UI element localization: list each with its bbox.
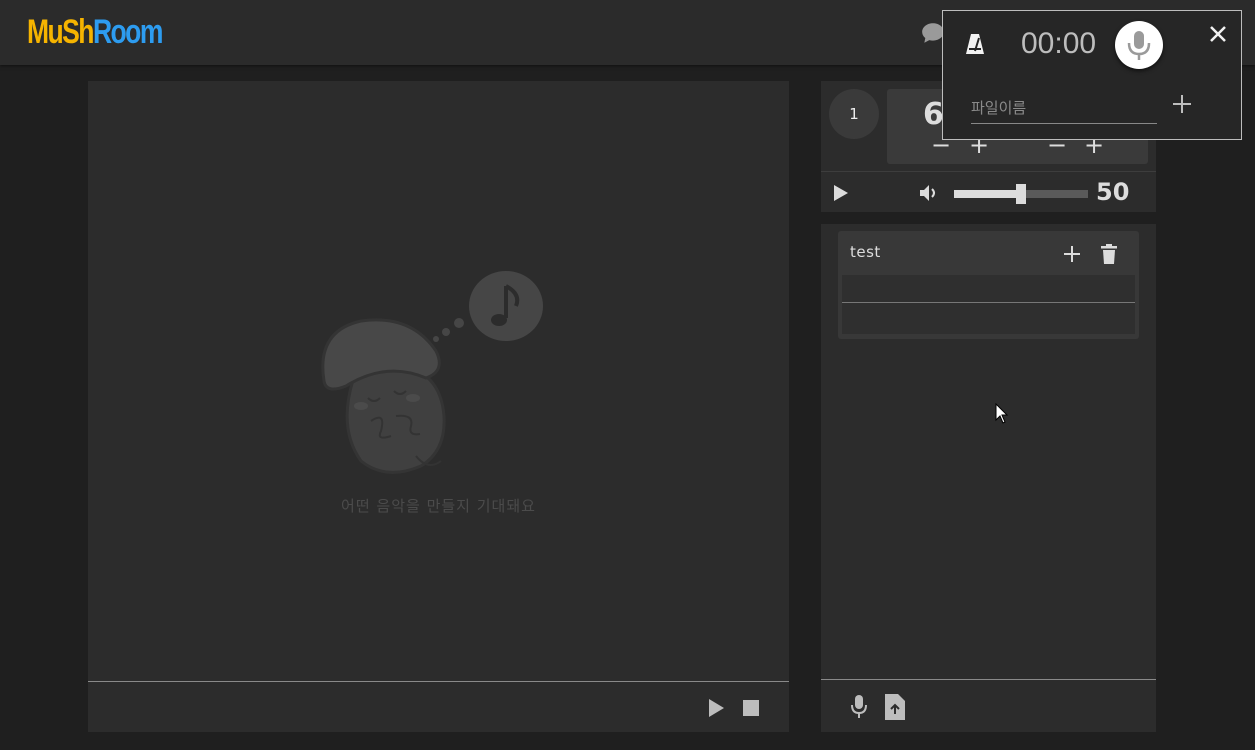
app-logo[interactable]: MuShRoom — [27, 12, 163, 52]
track-name: test — [850, 243, 881, 261]
microphone-icon — [1127, 31, 1151, 60]
composition-playback-bar — [88, 681, 789, 733]
volume-slider[interactable] — [954, 184, 1088, 204]
play-icon[interactable] — [707, 698, 725, 722]
track-number-badge[interactable]: 1 — [829, 89, 879, 139]
stop-icon[interactable] — [743, 700, 759, 720]
empty-state-message: 어떤 음악을 만들지 기대돼요 — [341, 497, 536, 515]
volume-icon[interactable] — [919, 184, 939, 206]
volume-value: 50 — [1096, 178, 1130, 206]
add-icon[interactable] — [1171, 93, 1197, 119]
add-icon[interactable] — [1063, 245, 1081, 267]
file-upload-icon[interactable] — [885, 694, 905, 724]
logo-text-part2: Room — [92, 13, 163, 51]
metronome-icon[interactable] — [965, 33, 985, 59]
play-icon[interactable] — [833, 184, 849, 206]
mouse-cursor — [995, 403, 1009, 424]
trash-icon[interactable] — [1101, 244, 1117, 268]
volume-slider-fill — [954, 190, 1021, 198]
track-waveform[interactable] — [842, 275, 1135, 334]
tracks-action-bar — [821, 679, 1156, 733]
recording-timer: 00:00 — [1021, 27, 1097, 60]
recording-popup: 00:00 — [942, 10, 1242, 140]
composition-panel: 어떤 음악을 만들지 기대돼요 — [88, 81, 789, 732]
bpm-value: 6 — [923, 97, 944, 132]
track-card: test — [838, 231, 1139, 339]
microphone-icon[interactable] — [850, 695, 868, 723]
track-controls-row: 50 — [821, 171, 1156, 213]
filename-input[interactable] — [971, 93, 1157, 124]
mushroom-sleeping-illustration — [321, 271, 543, 474]
logo-text-part1: MuSh — [27, 13, 94, 51]
volume-slider-thumb[interactable] — [1016, 184, 1026, 204]
tracks-panel: test — [821, 224, 1156, 732]
record-button[interactable] — [1115, 21, 1163, 69]
waveform-line — [842, 302, 1135, 303]
close-icon[interactable] — [1207, 23, 1229, 45]
